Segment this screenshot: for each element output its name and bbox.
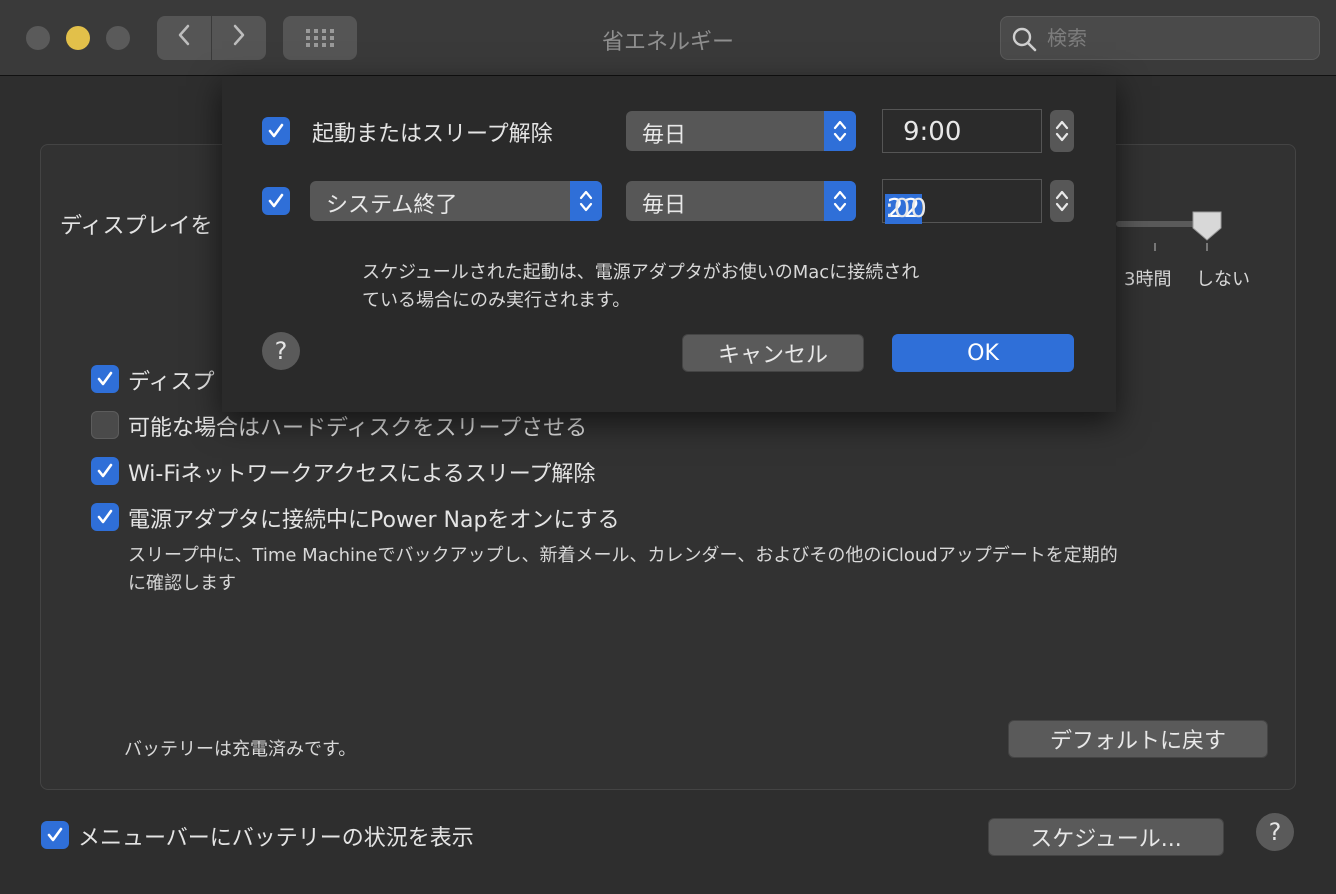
cancel-button[interactable]: キャンセル bbox=[682, 334, 864, 372]
option-checkbox-wifi-wake[interactable] bbox=[91, 457, 119, 485]
checkmark-icon bbox=[97, 463, 113, 478]
stepper-arrows-icon bbox=[1055, 190, 1069, 212]
startup-wake-label: 起動またはスリープ解除 bbox=[312, 122, 553, 147]
schedule-note-line2: ている場合にのみ実行されます。 bbox=[362, 290, 631, 311]
battery-status-text: バッテリーは充電済みです。 bbox=[124, 739, 357, 760]
startup-frequency-value: 毎日 bbox=[642, 123, 687, 148]
checkmark-icon bbox=[97, 509, 113, 524]
option-label-power-nap: 電源アダプタに接続中にPower Napをオンにする bbox=[128, 508, 620, 533]
checkmark-icon bbox=[97, 371, 113, 386]
startup-wake-checkbox[interactable] bbox=[262, 117, 290, 145]
schedule-note-line1: スケジュールされた起動は、電源アダプタがお使いのMacに接続され bbox=[362, 262, 920, 283]
shutdown-frequency-popup[interactable]: 毎日 bbox=[626, 181, 856, 221]
option-label-display-dim: ディスプ bbox=[128, 370, 215, 395]
shutdown-time-stepper[interactable] bbox=[1050, 180, 1074, 222]
shutdown-time-field[interactable]: 22:00 bbox=[882, 179, 1042, 224]
slider-label-never: しない bbox=[1196, 269, 1250, 290]
display-sleep-label: ディスプレイを bbox=[60, 214, 213, 239]
title-bar: 省エネルギー bbox=[0, 0, 1336, 76]
search-input[interactable] bbox=[1047, 25, 1307, 51]
schedule-sheet: 起動またはスリープ解除 毎日 9:00 システム終了 毎日 22:00 スケジ… bbox=[222, 76, 1116, 412]
startup-time-stepper[interactable] bbox=[1050, 110, 1074, 152]
shutdown-action-value: システム終了 bbox=[326, 193, 458, 218]
window: 省エネルギー ディスプレイを 3時間 しない ディスプ 可能な場合はハードディス… bbox=[0, 0, 1336, 894]
checkmark-icon bbox=[47, 827, 63, 842]
up-down-arrows-icon bbox=[824, 181, 856, 221]
power-nap-description-line2: に確認します bbox=[128, 573, 236, 594]
option-checkbox-power-nap[interactable] bbox=[91, 503, 119, 531]
search-field[interactable] bbox=[1000, 16, 1320, 60]
help-button[interactable]: ? bbox=[1256, 813, 1294, 851]
show-battery-label: メニューバーにバッテリーの状況を表示 bbox=[78, 826, 474, 851]
slider-tick bbox=[1154, 243, 1156, 251]
stepper-arrows-icon bbox=[1055, 120, 1069, 142]
checkmark-icon bbox=[268, 123, 284, 138]
show-battery-checkbox[interactable] bbox=[41, 821, 69, 849]
startup-frequency-popup[interactable]: 毎日 bbox=[626, 111, 856, 151]
slider-tick bbox=[1206, 243, 1208, 251]
slider-label-3h: 3時間 bbox=[1124, 269, 1172, 290]
sheet-help-button[interactable]: ? bbox=[262, 332, 300, 370]
ok-button[interactable]: OK bbox=[892, 334, 1074, 372]
option-label-wifi-wake: Wi-Fiネットワークアクセスによるスリープ解除 bbox=[128, 462, 596, 487]
up-down-arrows-icon bbox=[824, 111, 856, 151]
option-label-hard-disk-sleep: 可能な場合はハードディスクをスリープさせる bbox=[128, 416, 588, 441]
startup-time-value: 9:00 bbox=[903, 117, 962, 147]
option-checkbox-hard-disk-sleep[interactable] bbox=[91, 411, 119, 439]
shutdown-action-popup[interactable]: システム終了 bbox=[310, 181, 602, 221]
up-down-arrows-icon bbox=[570, 181, 602, 221]
checkmark-icon bbox=[268, 193, 284, 208]
shutdown-time-minutes[interactable]: :00 bbox=[885, 194, 927, 224]
shutdown-checkbox[interactable] bbox=[262, 187, 290, 215]
option-checkbox-display-dim[interactable] bbox=[91, 365, 119, 393]
shutdown-frequency-value: 毎日 bbox=[642, 193, 687, 218]
display-sleep-slider-knob[interactable] bbox=[1190, 210, 1224, 241]
schedule-button[interactable]: スケジュール... bbox=[988, 818, 1224, 856]
restore-defaults-button[interactable]: デフォルトに戻す bbox=[1008, 720, 1268, 758]
startup-time-field[interactable]: 9:00 bbox=[882, 109, 1042, 153]
power-nap-description-line1: スリープ中に、Time Machineでバックアップし、新着メール、カレンダー、… bbox=[128, 545, 1118, 566]
